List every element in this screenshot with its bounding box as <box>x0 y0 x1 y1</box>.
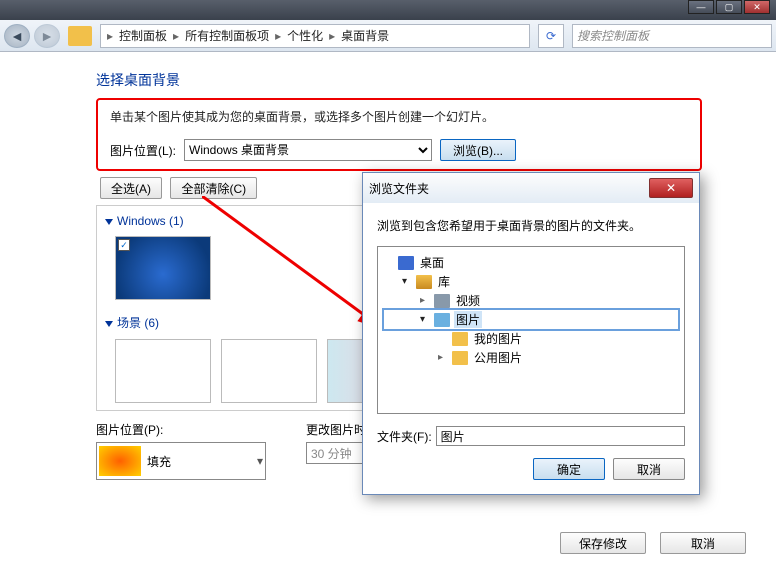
page-description: 单击某个图片使其成为您的桌面背景，或选择多个图片创建一个幻灯片。 <box>110 108 688 125</box>
forward-button[interactable]: ► <box>34 24 60 48</box>
folder-icon <box>68 26 92 46</box>
clear-all-button[interactable]: 全部清除(C) <box>170 177 257 199</box>
folder-label: 文件夹(F): <box>377 428 432 445</box>
tree-node-libraries[interactable]: ▾ 库 <box>384 272 678 291</box>
dialog-title-bar[interactable]: 浏览文件夹 ✕ <box>363 173 699 203</box>
video-icon <box>434 294 450 308</box>
tree-label: 视频 <box>454 292 482 309</box>
chevron-down-icon <box>105 321 113 327</box>
chevron-right-icon: ▸ <box>273 29 283 43</box>
search-placeholder: 搜索控制面板 <box>577 27 649 44</box>
location-select[interactable]: Windows 桌面背景 <box>184 139 432 161</box>
folder-icon <box>452 351 468 365</box>
chevron-down-icon: ▾ <box>402 276 412 287</box>
fit-preview-icon <box>99 446 141 476</box>
section-title: Windows (1) <box>117 214 184 228</box>
highlighted-region: 单击某个图片使其成为您的桌面背景，或选择多个图片创建一个幻灯片。 图片位置(L)… <box>96 98 702 171</box>
fit-value: 填充 <box>147 453 171 470</box>
fit-select[interactable]: 填充 ▾ <box>96 442 266 480</box>
tree-label: 库 <box>436 273 452 290</box>
tree-label: 公用图片 <box>472 349 524 366</box>
navigation-bar: ◄ ► ▸ 控制面板 ▸ 所有控制面板项 ▸ 个性化 ▸ 桌面背景 ⟳ 搜索控制… <box>0 20 776 52</box>
tree-node-pictures[interactable]: ▾ 图片 <box>384 310 678 329</box>
library-icon <box>416 275 432 289</box>
page-title: 选择桌面背景 <box>96 70 776 90</box>
crumb-control-panel[interactable]: 控制面板 <box>115 27 171 44</box>
location-label: 图片位置(L): <box>110 142 176 159</box>
refresh-button[interactable]: ⟳ <box>538 24 564 48</box>
dialog-message: 浏览到包含您希望用于桌面背景的图片的文件夹。 <box>377 217 685 234</box>
tree-node-desktop[interactable]: 桌面 <box>384 253 678 272</box>
section-title: 场景 (6) <box>117 316 159 330</box>
folder-tree[interactable]: 桌面 ▾ 库 ▸ 视频 ▾ 图片 我的图片 <box>377 246 685 414</box>
search-input[interactable]: 搜索控制面板 <box>572 24 772 48</box>
browse-folder-dialog: 浏览文件夹 ✕ 浏览到包含您希望用于桌面背景的图片的文件夹。 桌面 ▾ 库 ▸ … <box>362 172 700 495</box>
breadcrumb[interactable]: ▸ 控制面板 ▸ 所有控制面板项 ▸ 个性化 ▸ 桌面背景 <box>100 24 530 48</box>
cancel-button[interactable]: 取消 <box>660 532 746 554</box>
chevron-down-icon: ▾ <box>420 314 430 325</box>
crumb-personalization[interactable]: 个性化 <box>283 27 327 44</box>
close-button[interactable]: ✕ <box>744 0 770 14</box>
ok-button[interactable]: 确定 <box>533 458 605 480</box>
chevron-down-icon <box>105 219 113 225</box>
maximize-button[interactable]: ▢ <box>716 0 742 14</box>
wallpaper-thumb[interactable] <box>221 339 317 403</box>
tree-label: 图片 <box>454 311 482 328</box>
tree-node-publicpictures[interactable]: ▸ 公用图片 <box>384 348 678 367</box>
back-button[interactable]: ◄ <box>4 24 30 48</box>
chevron-right-icon: ▸ <box>420 295 430 306</box>
chevron-right-icon: ▸ <box>171 29 181 43</box>
refresh-icon: ⟳ <box>546 29 556 43</box>
dialog-close-button[interactable]: ✕ <box>649 178 693 198</box>
tree-label: 桌面 <box>418 254 446 271</box>
desktop-icon <box>398 256 414 270</box>
wallpaper-thumb[interactable] <box>115 339 211 403</box>
select-all-button[interactable]: 全选(A) <box>100 177 162 199</box>
minimize-button[interactable]: — <box>688 0 714 14</box>
browse-button[interactable]: 浏览(B)... <box>440 139 516 161</box>
chevron-right-icon: ▸ <box>327 29 337 43</box>
save-button[interactable]: 保存修改 <box>560 532 646 554</box>
chevron-right-icon: ▸ <box>105 29 115 43</box>
tree-label: 我的图片 <box>472 330 524 347</box>
window-title-bar: — ▢ ✕ <box>0 0 776 20</box>
crumb-all-items[interactable]: 所有控制面板项 <box>181 27 273 44</box>
wallpaper-thumb[interactable]: ✓ <box>115 236 211 300</box>
crumb-desktop-bg[interactable]: 桌面背景 <box>337 27 393 44</box>
chevron-right-icon: ▸ <box>438 352 448 363</box>
cancel-button[interactable]: 取消 <box>613 458 685 480</box>
chevron-down-icon: ▾ <box>257 454 263 468</box>
folder-icon <box>452 332 468 346</box>
pictures-icon <box>434 313 450 327</box>
position-label: 图片位置(P): <box>96 421 266 438</box>
tree-node-video[interactable]: ▸ 视频 <box>384 291 678 310</box>
folder-input[interactable] <box>436 426 685 446</box>
tree-node-mypictures[interactable]: 我的图片 <box>384 329 678 348</box>
checkbox-icon[interactable]: ✓ <box>118 239 130 251</box>
dialog-title: 浏览文件夹 <box>369 180 649 197</box>
